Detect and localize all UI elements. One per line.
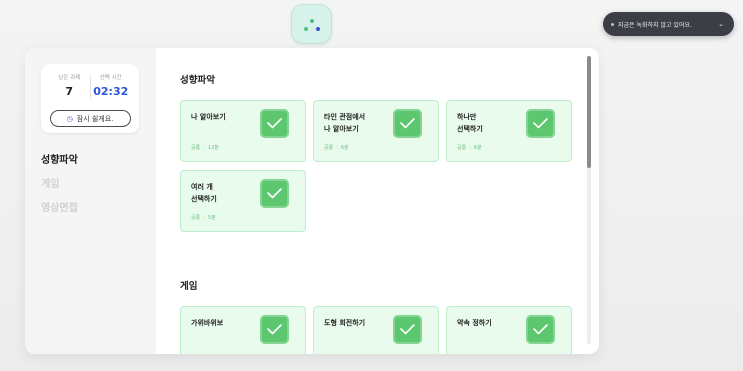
task-card-title: 가위바위보 (191, 317, 261, 329)
task-card-title: 하나만선택하기 (457, 111, 527, 135)
vertical-scrollbar[interactable] (587, 56, 591, 344)
status-card: 남은 과제 7 선택 시간 02:32 ◷ 잠시 쉴게요. (41, 64, 139, 133)
sections: 성향파악 나 알아보기 공통 | 13분 타인 관점에서 나 알아보기 공통 | 6분 하나만 선택하… (180, 72, 599, 354)
recording-dot-icon (611, 22, 614, 26)
sidebar-item-video-interview[interactable]: 영상면접 (41, 197, 140, 221)
sidebar: 남은 과제 7 선택 시간 02:32 ◷ 잠시 쉴게요. 성향파악 게임 영상… (25, 48, 156, 354)
sidebar-nav: 성향파악 게임 영상면접 (41, 149, 140, 221)
task-card[interactable]: 여러 개선택하기공통 | 5분 (180, 170, 306, 232)
task-card-type: 공통 (191, 215, 201, 221)
task-card[interactable]: 나 알아보기공통 | 13분 (180, 100, 306, 162)
task-card-type: 공통 (324, 145, 334, 151)
task-card[interactable]: 타인 관점에서나 알아보기공통 | 6분 (313, 100, 439, 162)
main-content: 성향파악 나 알아보기 공통 | 13분 타인 관점에서 나 알아보기 공통 | 6분 하나만 선택하… (156, 48, 599, 354)
task-card-type: 공통 (191, 145, 201, 151)
meta-separator: | (203, 215, 205, 221)
check-icon (393, 315, 422, 344)
check-icon (526, 109, 555, 138)
recording-status-text: 지금은 녹화하지 않고 있어요. (618, 21, 692, 29)
selected-time-value: 02:32 (93, 85, 129, 98)
task-card-title-line: 도형 회전하기 (324, 319, 366, 327)
take-break-label: 잠시 쉴게요. (76, 114, 114, 123)
task-card-duration: 6분 (340, 145, 349, 151)
scroll-thumb[interactable] (587, 56, 591, 168)
remaining-tasks-label: 남은 과제 (58, 75, 81, 81)
clock-icon: ◷ (66, 114, 73, 123)
recording-status-pill[interactable]: 지금은 녹화하지 않고 있어요. ⌄ (603, 12, 734, 36)
task-card-title: 타인 관점에서나 알아보기 (324, 111, 394, 135)
sidebar-item-game[interactable]: 게임 (41, 173, 140, 197)
task-card-title-line: 약속 정하기 (457, 319, 492, 327)
task-card-title: 도형 회전하기 (324, 317, 394, 329)
check-icon (526, 315, 555, 344)
task-card-meta: 공통 | 6분 (457, 144, 482, 151)
task-card-type: 공통 (457, 145, 467, 151)
task-card-meta: 공통 | 6분 (324, 144, 349, 151)
task-card-title-line: 타인 관점에서 (324, 113, 366, 121)
task-card-title: 여러 개선택하기 (191, 181, 261, 205)
selected-time-label: 선택 시간 (99, 75, 122, 81)
task-card[interactable]: 약속 정하기 (446, 306, 572, 354)
task-card-title-line: 가위바위보 (191, 319, 224, 327)
remaining-tasks-value: 7 (65, 85, 74, 98)
task-card-title-line: 선택하기 (191, 195, 217, 203)
task-card-grid: 가위바위보 도형 회전하기 약속 정하기 (180, 306, 580, 354)
remaining-tasks: 남은 과제 7 (49, 73, 90, 103)
section-title: 게임 (180, 281, 198, 292)
task-card-meta: 공통 | 5분 (191, 214, 216, 221)
task-card-duration: 13분 (207, 145, 219, 151)
task-card-duration: 6분 (473, 145, 482, 151)
meta-separator: | (336, 145, 338, 151)
task-card-title: 나 알아보기 (191, 111, 261, 123)
meta-separator: | (469, 145, 471, 151)
task-card-title-line: 여러 개 (191, 183, 213, 191)
task-card-duration: 5분 (207, 215, 216, 221)
meta-separator: | (203, 145, 205, 151)
task-card-grid: 나 알아보기 공통 | 13분 타인 관점에서 나 알아보기 공통 | 6분 하나만 선택하기 공통 |… (180, 100, 580, 240)
check-icon (260, 109, 289, 138)
task-card-title-line: 하나만 (457, 113, 477, 121)
task-card[interactable]: 가위바위보 (180, 306, 306, 354)
task-card-title-line: 나 알아보기 (324, 125, 359, 133)
task-card-title-line: 선택하기 (457, 125, 483, 133)
check-icon (393, 109, 422, 138)
task-card[interactable]: 도형 회전하기 (313, 306, 439, 354)
check-icon (260, 179, 289, 208)
task-card[interactable]: 하나만선택하기공통 | 6분 (446, 100, 572, 162)
task-card-title: 약속 정하기 (457, 317, 527, 329)
app-logo-icon (291, 4, 332, 44)
take-break-button[interactable]: ◷ 잠시 쉴게요. (49, 110, 131, 127)
assessment-panel: 남은 과제 7 선택 시간 02:32 ◷ 잠시 쉴게요. 성향파악 게임 영상… (25, 48, 599, 354)
sidebar-item-personality[interactable]: 성향파악 (41, 149, 140, 173)
check-icon (260, 315, 289, 344)
chevron-down-icon[interactable]: ⌄ (718, 20, 724, 28)
section-title: 성향파악 (180, 75, 215, 86)
task-card-meta: 공통 | 13분 (191, 144, 219, 151)
selected-time: 선택 시간 02:32 (90, 73, 131, 103)
task-card-title-line: 나 알아보기 (191, 113, 226, 121)
